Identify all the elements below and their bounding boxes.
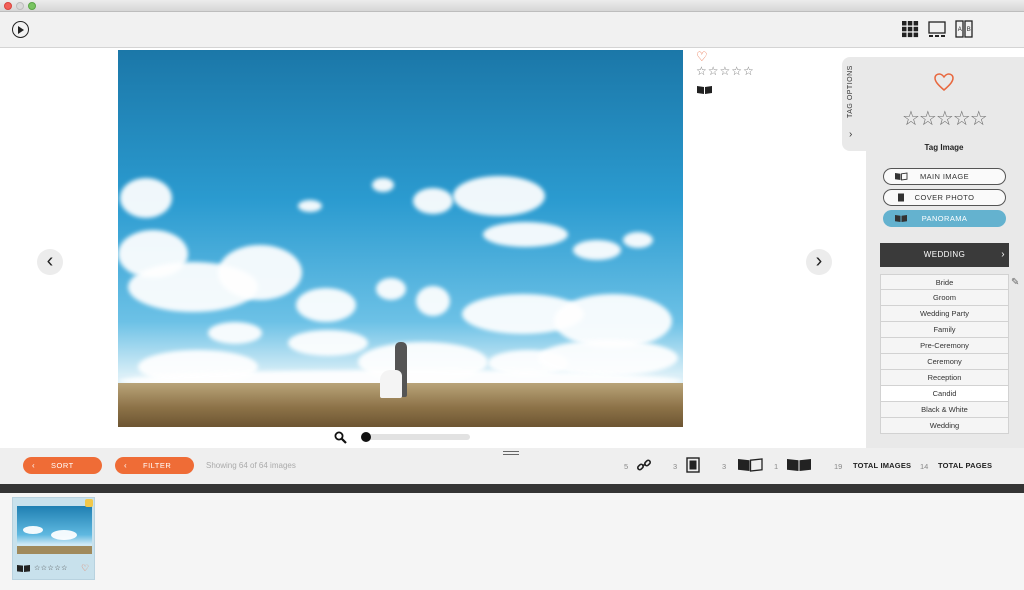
tag-item-groom[interactable]: Groom xyxy=(880,290,1009,306)
tag-image-label: Tag Image xyxy=(924,143,964,152)
favorite-heart-icon[interactable]: ♡ xyxy=(696,49,708,65)
panorama-book-icon xyxy=(697,86,712,94)
thumbnail-badge-icon xyxy=(85,499,93,507)
filmstrip-divider xyxy=(0,484,1024,493)
svg-text:A: A xyxy=(958,27,962,33)
book-open-icon[interactable] xyxy=(737,458,763,472)
tag-item-family[interactable]: Family xyxy=(880,322,1009,338)
zoom-icon xyxy=(334,431,347,444)
main-image-label: MAIN IMAGE xyxy=(919,172,969,181)
resize-handle-icon[interactable] xyxy=(503,451,519,455)
top-toolbar: A B xyxy=(0,12,1024,48)
panorama-book-icon xyxy=(17,565,30,572)
image-rating-stars[interactable]: ☆☆☆☆☆ xyxy=(696,64,755,78)
panorama-button[interactable]: PANORAMA xyxy=(883,210,1006,227)
close-window-button[interactable] xyxy=(4,2,12,10)
svg-text:B: B xyxy=(967,27,971,33)
next-image-button[interactable]: › xyxy=(806,249,832,275)
thumbnail-card[interactable]: ☆☆☆☆☆ ♡ xyxy=(12,497,95,580)
chevron-right-icon: › xyxy=(1001,249,1005,260)
tag-category-header[interactable]: WEDDING › xyxy=(880,243,1009,267)
thumbnail-rating-stars[interactable]: ☆☆☆☆☆ xyxy=(34,564,68,572)
cover-page-icon xyxy=(898,193,904,202)
tag-item-reception[interactable]: Reception xyxy=(880,370,1009,386)
sort-label: SORT xyxy=(51,461,74,470)
zoom-window-button[interactable] xyxy=(28,2,36,10)
tag-item-candid[interactable]: Candid xyxy=(880,386,1009,402)
link-icon[interactable] xyxy=(636,457,652,473)
cover-photo-button[interactable]: COVER PHOTO xyxy=(883,189,1006,206)
single-view-icon[interactable] xyxy=(928,20,946,38)
filmstrip xyxy=(0,493,1024,590)
wedding-dress xyxy=(380,370,402,398)
sort-button[interactable]: ‹ SORT xyxy=(23,457,102,474)
tag-item-black-and-white[interactable]: Black & White xyxy=(880,402,1009,418)
panorama-book-icon[interactable] xyxy=(786,458,812,472)
tag-category-label: WEDDING xyxy=(923,250,966,259)
compare-view-icon[interactable]: A B xyxy=(955,20,973,38)
window-title-bar xyxy=(0,0,1024,12)
panorama-count: 1 xyxy=(774,462,779,471)
tag-item-wedding-party[interactable]: Wedding Party xyxy=(880,306,1009,322)
total-pages-label: TOTAL PAGES xyxy=(938,461,993,470)
main-image-button[interactable]: MAIN IMAGE xyxy=(883,168,1006,185)
previous-image-button[interactable]: ‹ xyxy=(37,249,63,275)
tag-rating-stars[interactable]: ☆☆☆☆☆ xyxy=(902,106,988,131)
tag-options-tab[interactable] xyxy=(842,57,866,151)
total-pages-count: 14 xyxy=(920,462,929,471)
main-photo xyxy=(118,50,683,427)
image-viewer: ‹ › ♡ ☆☆☆☆☆ xyxy=(0,49,866,447)
cover-page-icon[interactable] xyxy=(686,457,700,473)
main-count: 3 xyxy=(722,462,727,471)
panorama-label: PANORAMA xyxy=(921,214,968,223)
favorite-heart-icon[interactable] xyxy=(933,71,955,93)
chevron-left-icon: ‹ xyxy=(124,461,128,470)
panorama-book-icon xyxy=(895,215,907,222)
tag-options-tab-label: TAG OPTIONS xyxy=(847,65,854,118)
filter-label: FILTER xyxy=(143,461,172,470)
book-open-icon xyxy=(895,172,908,181)
filter-button[interactable]: ‹ FILTER xyxy=(115,457,194,474)
tag-item-wedding[interactable]: Wedding xyxy=(880,418,1009,434)
minimize-window-button[interactable] xyxy=(16,2,24,10)
tag-list: Bride Groom Wedding Party Family Pre-Cer… xyxy=(880,274,1009,434)
chevron-right-icon[interactable]: › xyxy=(849,129,852,140)
tag-item-pre-ceremony[interactable]: Pre-Ceremony xyxy=(880,338,1009,354)
showing-count-text: Showing 64 of 64 images xyxy=(206,461,296,470)
thumbnail-image xyxy=(17,506,92,554)
tag-item-bride[interactable]: Bride xyxy=(880,274,1009,290)
links-count: 5 xyxy=(624,462,629,471)
total-images-label: TOTAL IMAGES xyxy=(853,461,912,470)
edit-pencil-icon[interactable]: ✎ xyxy=(1011,277,1019,288)
zoom-slider-track[interactable] xyxy=(364,434,470,440)
zoom-slider-handle[interactable] xyxy=(361,432,371,442)
grid-view-icon[interactable] xyxy=(901,20,919,38)
chevron-left-icon: ‹ xyxy=(32,461,36,470)
play-icon[interactable] xyxy=(12,21,29,38)
tag-item-ceremony[interactable]: Ceremony xyxy=(880,354,1009,370)
cover-photo-label: COVER PHOTO xyxy=(914,193,975,202)
thumbnail-heart-icon[interactable]: ♡ xyxy=(81,563,89,574)
cover-count: 3 xyxy=(673,462,678,471)
total-images-count: 19 xyxy=(834,462,843,471)
